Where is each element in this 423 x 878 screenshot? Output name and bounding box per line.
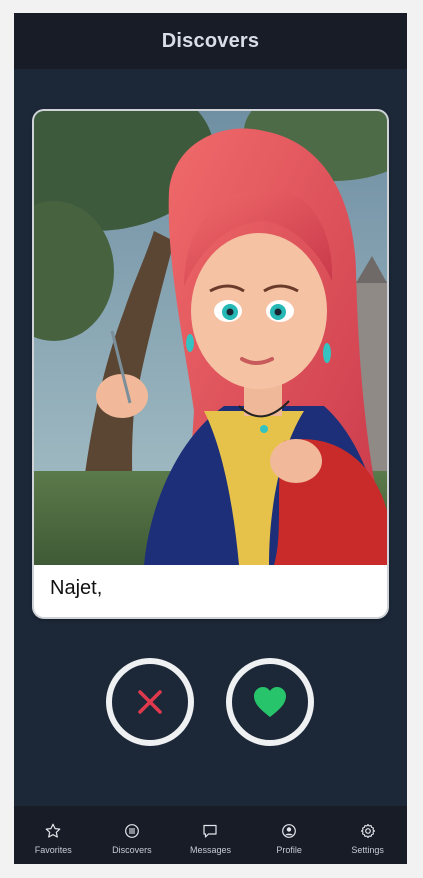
tab-label: Profile bbox=[276, 845, 302, 855]
user-circle-icon bbox=[282, 824, 296, 838]
heart-icon bbox=[254, 687, 286, 717]
list-circle-icon bbox=[124, 824, 139, 838]
app-header: Discovers bbox=[14, 13, 407, 69]
app-screen: Discovers Najet, Favorites Discovers Mes… bbox=[14, 13, 407, 864]
tab-settings[interactable]: Settings bbox=[328, 806, 407, 864]
profile-card[interactable]: Najet, bbox=[34, 111, 387, 617]
tab-favorites[interactable]: Favorites bbox=[14, 806, 93, 864]
tab-label: Messages bbox=[189, 845, 231, 855]
profile-photo bbox=[34, 111, 387, 565]
tab-label: Discovers bbox=[112, 845, 152, 855]
gear-icon bbox=[360, 823, 375, 839]
chat-icon bbox=[203, 824, 218, 838]
profile-name: Najet, bbox=[50, 577, 103, 599]
tab-messages[interactable]: Messages bbox=[171, 806, 250, 864]
tab-label: Settings bbox=[351, 845, 384, 855]
page-title: Discovers bbox=[161, 29, 260, 52]
tab-profile[interactable]: Profile bbox=[250, 806, 329, 864]
bottom-tab-bar: Favorites Discovers Messages Profile Set… bbox=[14, 806, 407, 864]
close-icon bbox=[138, 690, 162, 714]
like-button[interactable] bbox=[226, 658, 314, 746]
dislike-button[interactable] bbox=[106, 658, 194, 746]
tab-label: Favorites bbox=[34, 845, 72, 855]
tab-discovers[interactable]: Discovers bbox=[93, 806, 172, 864]
star-icon bbox=[45, 823, 61, 838]
